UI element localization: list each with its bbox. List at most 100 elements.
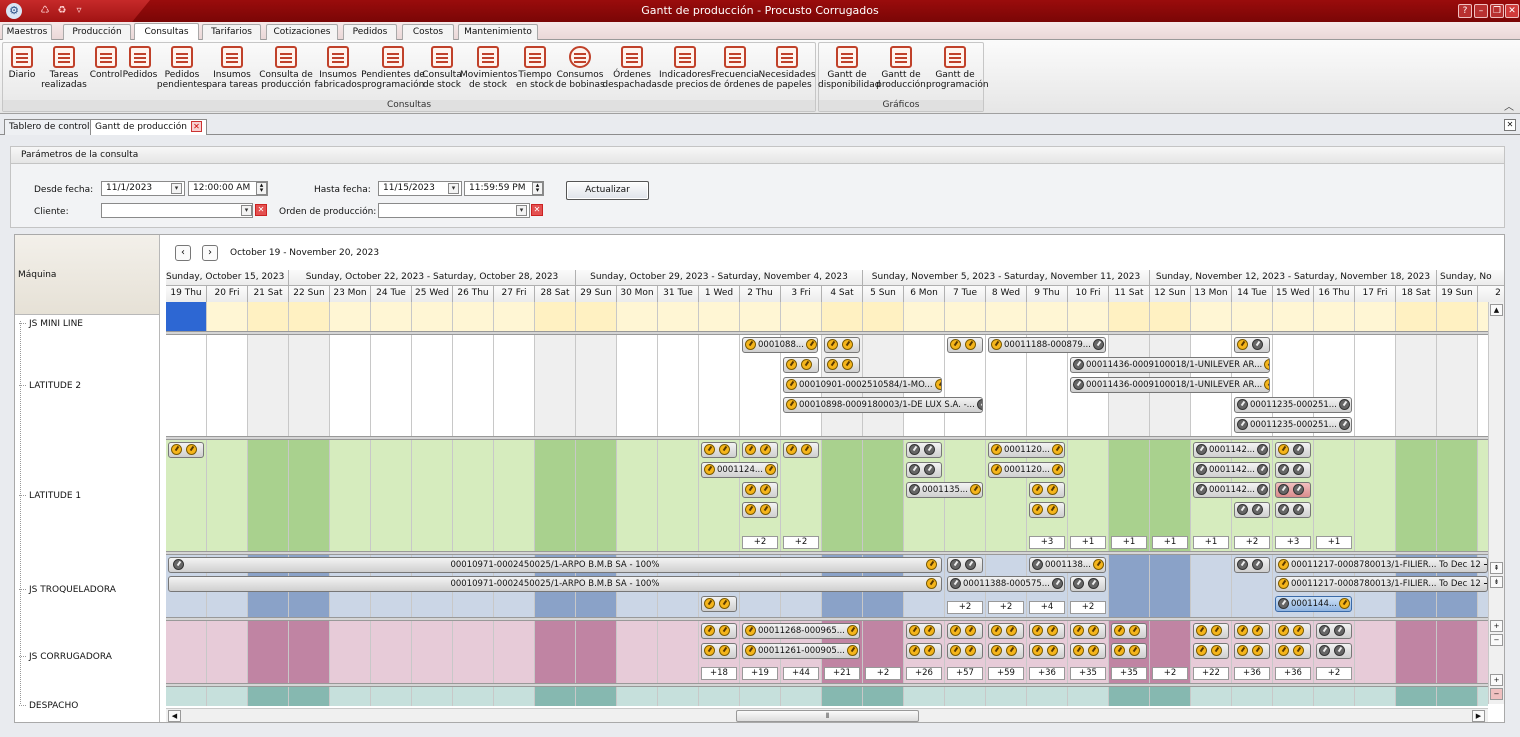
order-appointment[interactable]	[1275, 462, 1311, 478]
day-cell[interactable]	[412, 621, 453, 684]
order-appointment[interactable]	[1275, 502, 1311, 518]
day-cell[interactable]	[330, 302, 371, 332]
day-cell[interactable]	[289, 335, 330, 439]
day-cell[interactable]	[1232, 687, 1273, 706]
day-cell[interactable]	[863, 302, 904, 332]
order-appointment[interactable]: 00011217-0008780013/1-FILIER... To Dec 1…	[1275, 576, 1488, 592]
day-cell[interactable]	[494, 621, 535, 684]
horizontal-scrollbar[interactable]: ◀ ⦀ ▶	[166, 708, 1488, 722]
more-button[interactable]: +18	[701, 667, 737, 680]
clear-orden-icon[interactable]: ✕	[531, 204, 543, 216]
scroll-page-down-icon[interactable]: ⇟	[1490, 576, 1503, 588]
more-button[interactable]: +2	[783, 536, 819, 549]
day-cell[interactable]	[207, 335, 248, 439]
day-cell[interactable]	[330, 440, 371, 553]
ordenes-despachadas-button[interactable]: Órdenes despachadas	[602, 43, 662, 101]
day-cell[interactable]	[207, 302, 248, 332]
day-cell[interactable]	[1191, 555, 1232, 618]
order-appointment[interactable]: 00010971-0002450025/1-ARPO B.M.B SA - 10…	[168, 557, 942, 573]
order-appointment[interactable]	[988, 623, 1024, 639]
day-cell[interactable]	[1109, 687, 1150, 706]
day-cell[interactable]	[699, 302, 740, 332]
order-appointment[interactable]: 0001088...	[742, 337, 818, 353]
order-appointment[interactable]	[947, 337, 983, 353]
more-button[interactable]: +1	[1316, 536, 1352, 549]
order-appointment[interactable]	[1029, 502, 1065, 518]
order-appointment[interactable]: 0001135...	[906, 482, 983, 498]
day-cell[interactable]	[412, 335, 453, 439]
day-cell[interactable]	[617, 440, 658, 553]
order-appointment[interactable]	[1193, 623, 1229, 639]
day-cell[interactable]	[535, 335, 576, 439]
day-cell[interactable]	[1478, 302, 1488, 332]
day-cell[interactable]	[494, 687, 535, 706]
order-appointment[interactable]	[1234, 623, 1270, 639]
more-button[interactable]: +2	[988, 601, 1024, 614]
day-cell[interactable]	[494, 440, 535, 553]
day-cell[interactable]	[371, 687, 412, 706]
resource-latitude-2[interactable]: LATITUDE 2	[19, 381, 81, 391]
more-button[interactable]: +36	[1234, 667, 1270, 680]
help-icon[interactable]: ?	[1458, 4, 1472, 18]
order-appointment[interactable]	[1070, 576, 1106, 592]
zoom-in-icon[interactable]: +	[1490, 620, 1503, 632]
doc-tab-tablero[interactable]: Tablero de control	[4, 119, 95, 135]
indicadores-precios-button[interactable]: Indicadores de precios	[659, 43, 711, 101]
gantt-disponibilidad-button[interactable]: Gantt de disponibilidad	[818, 43, 880, 101]
order-appointment[interactable]	[742, 482, 778, 498]
day-cell[interactable]	[207, 621, 248, 684]
gantt-programacion-button[interactable]: Gantt de programación	[926, 43, 989, 101]
pedidos-button[interactable]: Pedidos	[123, 43, 157, 101]
pedidos-pendientes-button[interactable]: Pedidos pendientes	[157, 43, 207, 101]
day-cell[interactable]	[1396, 687, 1437, 706]
day-cell[interactable]	[330, 621, 371, 684]
day-cell[interactable]	[248, 335, 289, 439]
next-icon[interactable]: ›	[202, 245, 218, 261]
day-cell[interactable]	[863, 687, 904, 706]
order-appointment[interactable]	[1029, 623, 1065, 639]
expand-icon[interactable]: +	[1490, 674, 1503, 686]
day-cell[interactable]	[1314, 302, 1355, 332]
order-appointment[interactable]	[824, 337, 860, 353]
day-cell[interactable]	[576, 687, 617, 706]
tab-produccion[interactable]: Producción	[63, 24, 131, 40]
order-appointment[interactable]	[1234, 643, 1270, 659]
day-cell[interactable]	[576, 302, 617, 332]
vertical-scrollbar[interactable]: ▲ ⇞ ⇟ + − + −	[1488, 302, 1504, 704]
day-cell[interactable]	[494, 335, 535, 439]
order-appointment[interactable]: 00010901-0002510584/1-MO...	[783, 377, 942, 393]
collapse-icon[interactable]: −	[1490, 688, 1503, 700]
more-button[interactable]: +35	[1070, 667, 1106, 680]
minimize-button[interactable]: –	[1474, 4, 1488, 18]
order-appointment[interactable]: 00010898-0009180003/1-DE LUX S.A. -...	[783, 397, 983, 413]
consulta-stock-button[interactable]: Consulta de stock	[422, 43, 462, 101]
day-cell[interactable]	[453, 687, 494, 706]
order-appointment[interactable]	[1070, 623, 1106, 639]
doc-tab-gantt[interactable]: Gantt de producción ✕	[90, 119, 207, 135]
more-button[interactable]: +2	[742, 536, 778, 549]
selected-cell[interactable]	[166, 302, 206, 332]
day-cell[interactable]	[1437, 302, 1478, 332]
day-cell[interactable]	[1478, 687, 1488, 706]
day-cell[interactable]	[617, 335, 658, 439]
more-button[interactable]: +2	[947, 601, 983, 614]
tab-mantenimiento[interactable]: Mantenimiento	[458, 24, 538, 40]
day-cell[interactable]	[822, 687, 863, 706]
order-appointment[interactable]	[906, 462, 942, 478]
insumos-para-tareas-button[interactable]: Insumos para tareas	[206, 43, 258, 101]
day-cell[interactable]	[289, 687, 330, 706]
necesidades-papeles-button[interactable]: Necesidades de papeles	[758, 43, 816, 101]
order-appointment[interactable]: 0001142...	[1193, 462, 1270, 478]
order-appointment[interactable]	[1234, 337, 1270, 353]
resource-despacho[interactable]: DESPACHO	[19, 701, 78, 711]
order-appointment[interactable]	[701, 643, 737, 659]
order-appointment[interactable]: 00011436-0009100018/1-UNILEVER AR...	[1070, 357, 1270, 373]
day-cell[interactable]	[740, 687, 781, 706]
day-cell[interactable]	[658, 621, 699, 684]
resource-js-troqueladora[interactable]: JS TROQUELADORA	[19, 585, 116, 595]
day-cell[interactable]	[289, 302, 330, 332]
day-cell[interactable]	[576, 335, 617, 439]
order-appointment[interactable]	[906, 643, 942, 659]
day-cell[interactable]	[576, 621, 617, 684]
day-cell[interactable]	[248, 621, 289, 684]
